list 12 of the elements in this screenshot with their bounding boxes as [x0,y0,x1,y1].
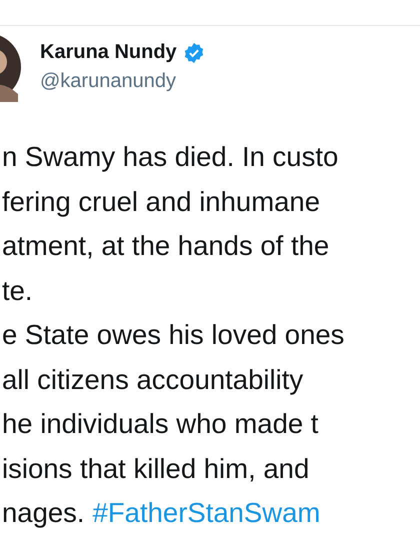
tweet-text-line: fering cruel and inhumane [2,186,320,216]
tweet-text-line: nages. [2,497,85,528]
tweet-text-line: all citizens accountability [2,364,304,394]
tweet-text-line: te. [2,274,33,306]
author-name[interactable]: Karuna Nundy [40,41,177,64]
hashtag-link[interactable]: #FatherStanSwam [92,497,320,528]
tweet-text-line: he individuals who made t [2,408,318,439]
tweet-text-line: n Swamy has died. In custo [2,141,338,172]
tweet-text-line: atment, at the hands of the [2,230,330,261]
author-handle[interactable]: @karunanundy [40,70,205,93]
tweet-text-line: isions that killed him, and [2,452,310,484]
tweet-text-line: e State owes his loved ones [2,319,344,350]
